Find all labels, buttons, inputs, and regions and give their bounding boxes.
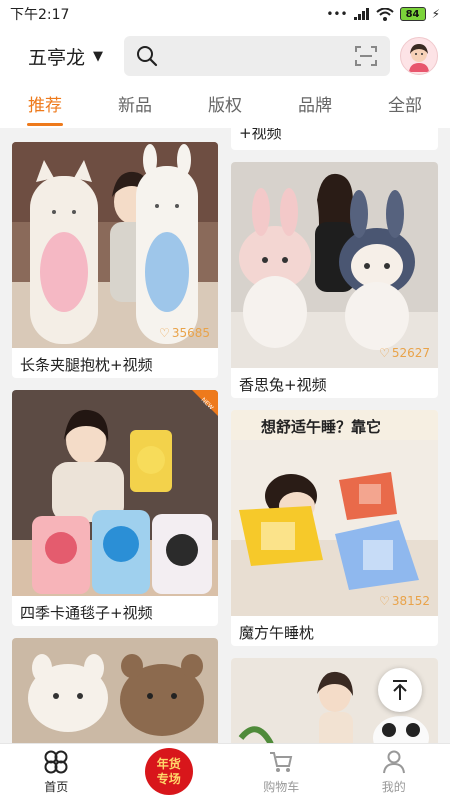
status-icons: ••• 84 ⚡ xyxy=(326,7,440,21)
tab-brand[interactable]: 品牌 xyxy=(270,84,360,128)
location-selector[interactable]: 五亭龙 ▼ xyxy=(12,43,124,70)
product-caption: 香思兔+视频 xyxy=(239,376,327,394)
likes-count: ♡ 52627 xyxy=(379,346,430,360)
product-image xyxy=(231,162,438,368)
arrow-up-icon xyxy=(393,680,407,700)
heart-icon: ♡ xyxy=(379,346,390,360)
heart-icon: ♡ xyxy=(379,594,390,608)
tab-licensed[interactable]: 版权 xyxy=(180,84,270,128)
product-caption: +视频 xyxy=(239,128,282,142)
product-image xyxy=(12,638,218,743)
scroll-to-top-button[interactable] xyxy=(378,668,422,712)
product-card[interactable]: ♡ 52627 香思兔+视频 xyxy=(231,162,438,398)
tab-recommend[interactable]: 推荐 xyxy=(0,84,90,128)
tab-all[interactable]: 全部 xyxy=(360,84,450,128)
nav-label: 购物车 xyxy=(263,780,300,794)
charging-icon: ⚡ xyxy=(431,7,440,21)
product-card[interactable]: +视频 xyxy=(231,128,438,150)
top-bar: 五亭龙 ▼ xyxy=(0,28,450,84)
product-card[interactable]: 想舒适午睡？靠它 ♡ 38152 魔方午睡枕 xyxy=(231,410,438,646)
location-label: 五亭龙 xyxy=(28,46,86,69)
nav-profile[interactable]: 我的 xyxy=(338,744,450,800)
status-bar: 下午2:17 ••• 84 ⚡ xyxy=(0,0,450,28)
nav-promo[interactable]: 年货 专场 xyxy=(113,744,226,800)
product-banner-text: 想舒适午睡？靠它 xyxy=(261,418,382,436)
product-image: NEW xyxy=(12,390,218,596)
product-card[interactable] xyxy=(12,638,218,743)
product-image xyxy=(12,142,218,348)
nav-label: 我的 xyxy=(381,780,406,794)
nav-label: 首页 xyxy=(44,780,69,794)
search-input[interactable] xyxy=(124,36,390,76)
promo-badge: 年货 专场 xyxy=(144,748,193,795)
nav-cart[interactable]: 购物车 xyxy=(225,744,338,800)
tab-new[interactable]: 新品 xyxy=(90,84,180,128)
product-card[interactable]: NEW 四季卡通毯子+视频 xyxy=(12,390,218,626)
product-caption: 长条夹腿抱枕+视频 xyxy=(20,356,153,374)
user-avatar-icon xyxy=(409,44,429,72)
signal-icon xyxy=(353,8,369,20)
user-icon xyxy=(382,750,405,774)
wifi-icon xyxy=(375,7,394,21)
product-caption: 魔方午睡枕 xyxy=(239,624,315,642)
likes-count: ♡ 38152 xyxy=(379,594,430,608)
search-icon xyxy=(137,46,158,67)
home-clover-icon xyxy=(44,750,68,774)
product-image xyxy=(231,410,438,616)
status-time: 下午2:17 xyxy=(10,7,70,23)
product-card[interactable]: ♡ 35685 长条夹腿抱枕+视频 xyxy=(12,142,218,378)
cart-icon xyxy=(270,752,293,772)
bottom-nav: 首页 年货 专场 购物车 我的 xyxy=(0,743,450,800)
likes-count: ♡ 35685 xyxy=(159,326,210,340)
caret-down-icon: ▼ xyxy=(93,48,104,64)
heart-icon: ♡ xyxy=(159,326,170,340)
avatar[interactable] xyxy=(400,37,438,75)
battery-icon: 84 xyxy=(399,7,426,21)
category-tabs: 推荐 新品 版权 品牌 全部 xyxy=(0,84,450,128)
nav-home[interactable]: 首页 xyxy=(0,744,113,800)
product-feed: +视频 ♡ 35685 长条夹腿抱枕+视频 ♡ 52627 香思兔+视频 NEW… xyxy=(0,128,450,743)
more-dots-icon: ••• xyxy=(326,7,348,21)
product-caption: 四季卡通毯子+视频 xyxy=(20,604,153,622)
scan-icon[interactable] xyxy=(354,45,378,67)
